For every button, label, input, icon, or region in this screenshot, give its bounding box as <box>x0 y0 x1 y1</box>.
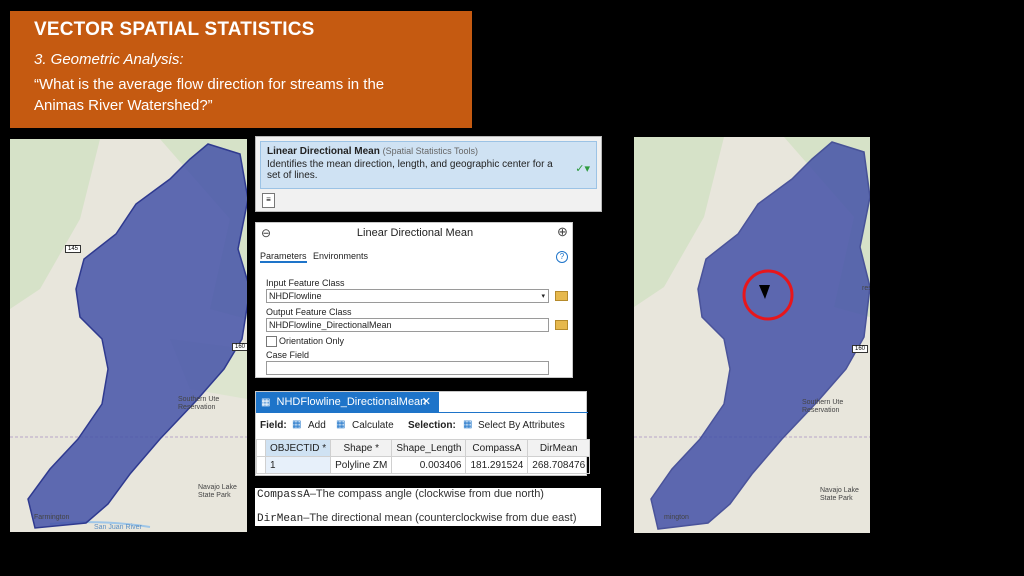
cell-shape-length[interactable]: 0.003406 <box>391 456 467 474</box>
tool-description: Identifies the mean direction, length, a… <box>267 159 553 181</box>
tool-header-panel: Linear Directional Mean (Spatial Statist… <box>255 136 602 212</box>
orientation-only-checkbox[interactable] <box>266 336 277 347</box>
slide-title: VECTOR SPATIAL STATISTICS <box>34 19 315 40</box>
add-icon[interactable]: ⊕ <box>557 224 568 240</box>
navajo-lake-label: Navajo Lake State Park <box>198 484 237 499</box>
table-header-row: OBJECTID * Shape * Shape_Length CompassA… <box>256 439 591 457</box>
field-definitions: CompassA–The compass angle (clockwise fr… <box>255 488 601 526</box>
slide-question: “What is the average flow direction for … <box>34 76 385 114</box>
geoprocessing-pane: ⊖ Linear Directional Mean ⊕ Parameters E… <box>255 222 573 378</box>
table-row[interactable]: 1 Polyline ZM 0.003406 181.291524 268.70… <box>256 456 591 474</box>
output-feature-class-label: Output Feature Class <box>266 307 352 317</box>
dropdown-icon[interactable]: ▾ <box>541 290 545 303</box>
cell-compassa[interactable]: 181.291524 <box>465 456 529 474</box>
southern-ute-label: Southern Ute Reservation <box>178 396 220 411</box>
southern-ute-label: Southern Ute Reservation <box>802 399 844 414</box>
case-field-input[interactable] <box>266 361 549 375</box>
input-feature-class-field[interactable]: NHDFlowline ▾ <box>266 289 549 303</box>
dirmean-key: DirMean <box>257 513 304 525</box>
tool-category: (Spatial Statistics Tools) <box>382 146 478 156</box>
map-right[interactable]: rest 160 Southern Ute Reservation Navajo… <box>634 137 870 533</box>
cell-shape[interactable]: Polyline ZM <box>330 456 393 474</box>
map-left[interactable]: 145 160 Southern Ute Reservation Navajo … <box>10 139 247 532</box>
tool-description-box[interactable]: Linear Directional Mean (Spatial Statist… <box>260 141 597 189</box>
field-label: Field: <box>260 420 287 431</box>
cell-dirmean[interactable]: 268.708476 <box>527 456 591 474</box>
tool-name: Linear Directional Mean <box>267 146 380 157</box>
navajo-lake-label: Navajo Lake State Park <box>820 487 859 502</box>
table-icon: ▦ <box>261 397 271 408</box>
case-field-label: Case Field <box>266 350 310 360</box>
cell-objectid[interactable]: 1 <box>264 456 332 474</box>
compass-key: CompassA <box>257 489 310 501</box>
input-feature-class-label: Input Feature Class <box>266 278 345 288</box>
add-field-icon[interactable]: ▦ <box>292 419 301 430</box>
input-feature-class-value: NHDFlowline <box>269 291 322 301</box>
route-145-shield: 145 <box>65 245 82 253</box>
column-objectid[interactable]: OBJECTID * <box>264 439 332 457</box>
column-dirmean[interactable]: DirMean <box>527 439 591 457</box>
column-shape-length[interactable]: Shape_Length <box>391 439 467 457</box>
document-icon[interactable]: ≡ <box>262 193 275 208</box>
calculate-button[interactable]: Calculate <box>352 420 394 431</box>
folder-icon[interactable] <box>555 291 568 301</box>
help-icon[interactable]: ? <box>556 251 568 263</box>
attribute-table-pane: ▦ NHDFlowline_DirectionalMean ✕ Field: ▦… <box>255 391 591 476</box>
select-by-attributes-icon[interactable]: ▦ <box>463 419 472 430</box>
tab-environments[interactable]: Environments <box>313 251 368 261</box>
slide-subtitle: 3. Geometric Analysis: <box>34 51 184 68</box>
watershed-map-right <box>634 137 870 533</box>
farmington-label: Farmington <box>34 514 70 521</box>
forest-label: rest <box>862 285 870 292</box>
table-tab-label: NHDFlowline_DirectionalMean <box>276 396 427 408</box>
table-tab[interactable]: ▦ NHDFlowline_DirectionalMean ✕ <box>256 392 439 412</box>
watershed-map-left <box>10 139 247 532</box>
slide-title-box: VECTOR SPATIAL STATISTICS 3. Geometric A… <box>10 11 472 128</box>
attribute-table: OBJECTID * Shape * Shape_Length CompassA… <box>256 439 591 474</box>
folder-icon[interactable] <box>555 320 568 330</box>
route-160-shield: 160 <box>232 343 247 351</box>
checkmark-icon[interactable]: ✓▾ <box>575 162 590 175</box>
compass-definition: –The compass angle (clockwise from due n… <box>309 488 544 500</box>
column-compassa[interactable]: CompassA <box>465 439 529 457</box>
column-shape[interactable]: Shape * <box>330 439 393 457</box>
selection-label: Selection: <box>408 420 456 431</box>
output-feature-class-value: NHDFlowline_DirectionalMean <box>269 320 392 330</box>
close-icon[interactable]: ✕ <box>422 392 431 412</box>
farmington-label: mington <box>664 514 689 521</box>
dirmean-definition: –The directional mean (counterclockwise … <box>303 512 577 524</box>
select-by-attributes-button[interactable]: Select By Attributes <box>478 420 565 431</box>
tab-parameters[interactable]: Parameters <box>260 251 307 263</box>
orientation-only-label: Orientation Only <box>279 336 345 346</box>
calculate-icon[interactable]: ▦ <box>336 419 345 430</box>
gp-title: Linear Directional Mean <box>356 227 474 239</box>
output-feature-class-field[interactable]: NHDFlowline_DirectionalMean <box>266 318 549 332</box>
add-field-button[interactable]: Add <box>308 420 326 431</box>
san-juan-river-label: San Juan River <box>94 524 142 531</box>
route-160-shield: 160 <box>852 345 869 353</box>
